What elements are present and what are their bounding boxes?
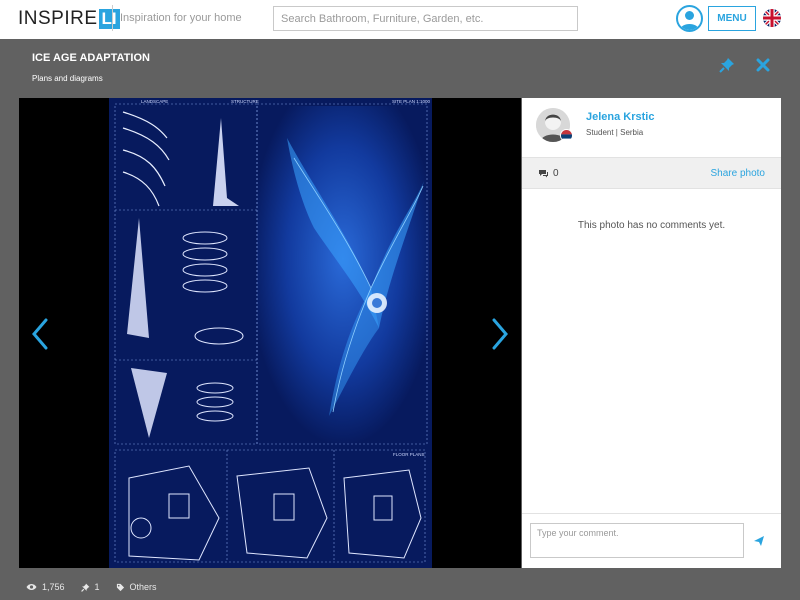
comments-bar: 0 Share photo (522, 157, 781, 189)
uk-flag-icon[interactable] (763, 9, 781, 27)
author-meta: Student | Serbia (586, 128, 644, 137)
search-input[interactable] (273, 6, 578, 31)
send-icon[interactable] (753, 534, 765, 546)
plan-label-landscape: LANDSCAPE (141, 99, 168, 104)
pins-stat: 1 (80, 582, 100, 592)
site-tagline: Inspiration for your home (112, 5, 242, 31)
photo-stats: 1,756 1 Others (26, 582, 173, 592)
views-count: 1,756 (42, 582, 65, 592)
top-navbar: INSPIRE LI Inspiration for your home MEN… (0, 0, 800, 39)
views-stat: 1,756 (26, 582, 65, 592)
plan-label-site: SITE PLAN 1:1000 (392, 99, 431, 104)
serbia-flag-icon (560, 129, 573, 142)
plan-label-floors: FLOOR PLANS (393, 452, 425, 457)
photo-viewer: LANDSCAPE STRUCTURE SITE PLAN 1:1000 FLO… (19, 98, 521, 568)
category-label: Others (129, 582, 157, 592)
architectural-plan-image: LANDSCAPE STRUCTURE SITE PLAN 1:1000 FLO… (109, 98, 432, 568)
comment-count: 0 (538, 168, 559, 179)
eye-icon (26, 584, 37, 590)
pins-count: 1 (94, 582, 100, 592)
comment-form (522, 513, 781, 568)
empty-comments-text: This photo has no comments yet. (577, 220, 726, 231)
photo-details-panel: Jelena Krstic Student | Serbia 0 Share p… (522, 98, 781, 568)
category-stat[interactable]: Others (116, 582, 157, 592)
comment-count-value: 0 (553, 168, 559, 179)
previous-photo-icon[interactable] (31, 318, 49, 350)
tag-icon (116, 583, 124, 591)
user-account-icon[interactable] (676, 5, 703, 32)
pin-icon[interactable] (719, 57, 735, 73)
pin-small-icon (80, 583, 89, 592)
photo-subtitle: Plans and diagrams (32, 74, 103, 83)
close-icon[interactable] (756, 58, 770, 72)
author-name[interactable]: Jelena Krstic (586, 111, 654, 123)
comment-input[interactable] (530, 523, 744, 558)
photo-title: ICE AGE ADAPTATION (32, 52, 150, 64)
site-logo[interactable]: INSPIRE LI (18, 8, 120, 30)
next-photo-icon[interactable] (491, 318, 509, 350)
logo-text: INSPIRE (18, 8, 98, 29)
menu-button[interactable]: MENU (708, 6, 756, 31)
comments-icon (539, 170, 548, 178)
share-photo-link[interactable]: Share photo (711, 168, 766, 179)
plan-label-structure: STRUCTURE (231, 99, 259, 104)
